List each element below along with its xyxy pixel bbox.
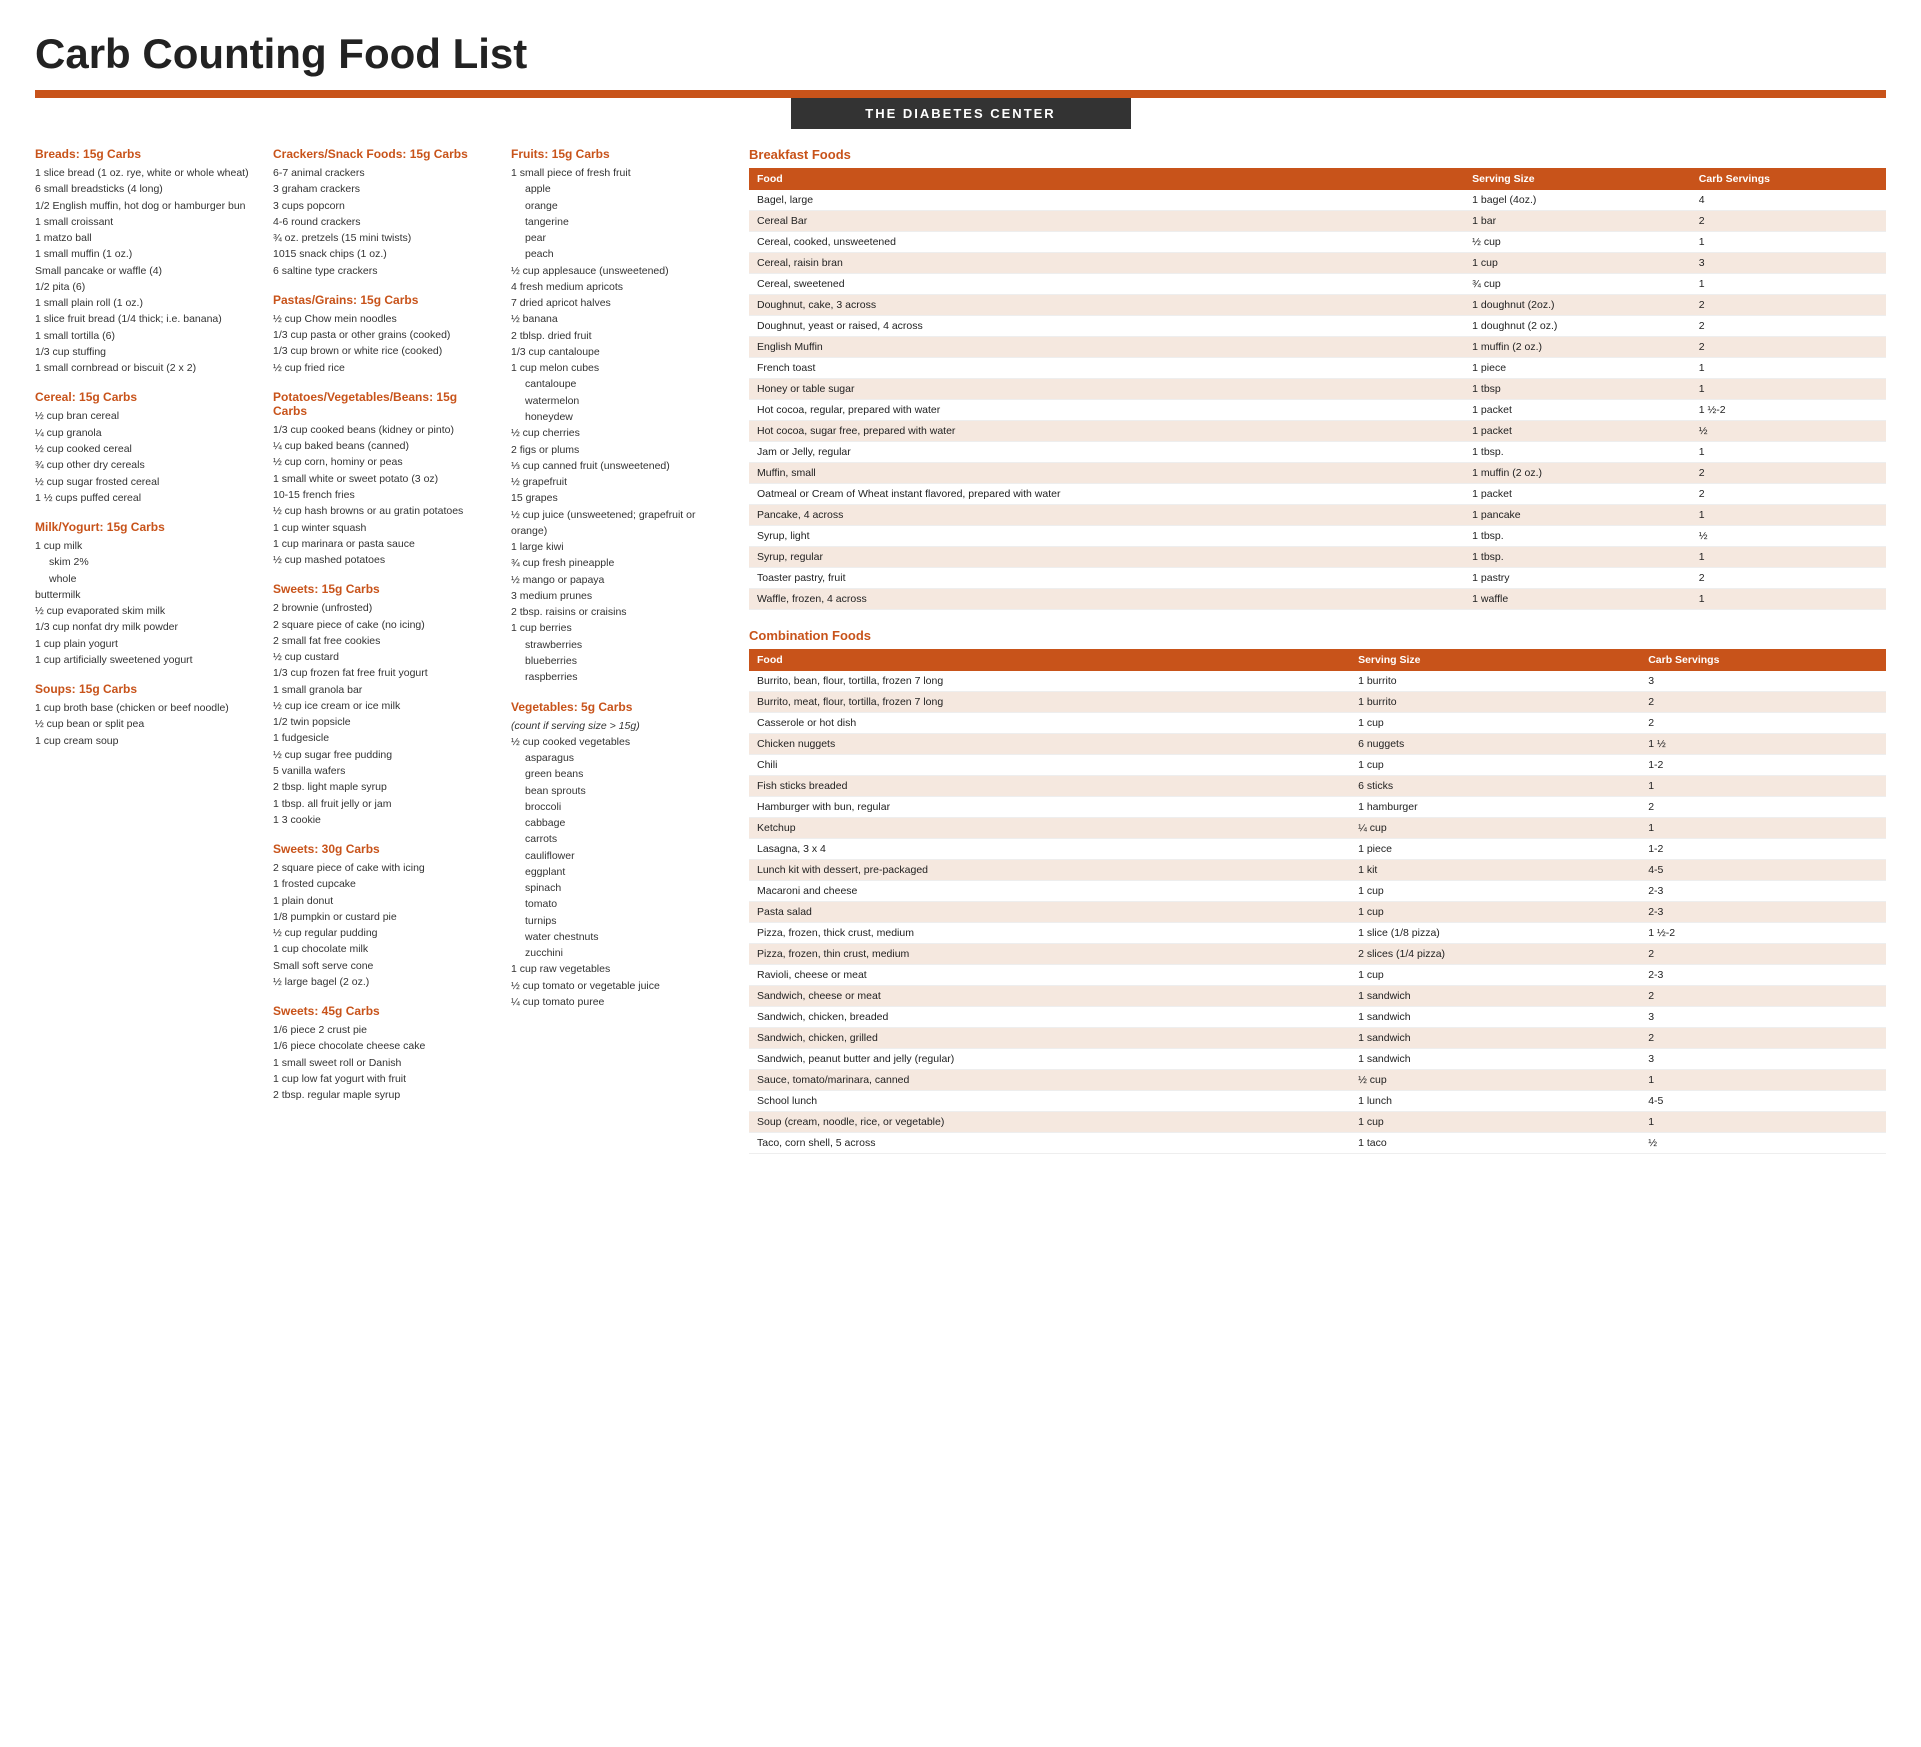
table-row: Pizza, frozen, thin crust, medium2 slice… [749, 944, 1886, 965]
table-row: Sandwich, chicken, grilled1 sandwich2 [749, 1028, 1886, 1049]
cereal-body: ½ cup bran cereal ¼ cup granola ½ cup co… [35, 408, 255, 506]
table-row: School lunch1 lunch4-5 [749, 1091, 1886, 1112]
table-row: Pancake, 4 across1 pancake1 [749, 505, 1886, 526]
sweets30-title: Sweets: 30g Carbs [273, 842, 493, 856]
table-row: Macaroni and cheese1 cup2-3 [749, 881, 1886, 902]
table-row: Soup (cream, noodle, rice, or vegetable)… [749, 1112, 1886, 1133]
table-row: Hot cocoa, sugar free, prepared with wat… [749, 421, 1886, 442]
table-row: Lasagna, 3 x 41 piece1-2 [749, 839, 1886, 860]
table-row: Oatmeal or Cream of Wheat instant flavor… [749, 484, 1886, 505]
table-row: Chicken nuggets6 nuggets1 ½ [749, 734, 1886, 755]
cereal-title: Cereal: 15g Carbs [35, 390, 255, 404]
table-row: Honey or table sugar1 tbsp1 [749, 379, 1886, 400]
table-row: Sauce, tomato/marinara, canned½ cup1 [749, 1070, 1886, 1091]
table-row: Muffin, small1 muffin (2 oz.)2 [749, 463, 1886, 484]
table-row: Cereal, sweetened¾ cup1 [749, 274, 1886, 295]
pastas-body: ½ cup Chow mein noodles 1/3 cup pasta or… [273, 311, 493, 376]
crackers-title: Crackers/Snack Foods: 15g Carbs [273, 147, 493, 161]
vegetables-body: (count if serving size > 15g) ½ cup cook… [511, 718, 731, 1011]
table-row: Syrup, regular1 tbsp.1 [749, 547, 1886, 568]
table-row: French toast1 piece1 [749, 358, 1886, 379]
table-row: English Muffin1 muffin (2 oz.)2 [749, 337, 1886, 358]
table-row: Doughnut, cake, 3 across1 doughnut (2oz.… [749, 295, 1886, 316]
sweets15-body: 2 brownie (unfrosted) 2 square piece of … [273, 600, 493, 828]
combo-col-carbs: Carb Servings [1640, 649, 1886, 671]
combo-section-title: Combination Foods [749, 628, 1886, 643]
table-row: Bagel, large1 bagel (4oz.)4 [749, 190, 1886, 211]
milk-title: Milk/Yogurt: 15g Carbs [35, 520, 255, 534]
table-row: Syrup, light1 tbsp.½ [749, 526, 1886, 547]
table-row: Ketchup¼ cup1 [749, 818, 1886, 839]
table-row: Doughnut, yeast or raised, 4 across1 dou… [749, 316, 1886, 337]
table-row: Pizza, frozen, thick crust, medium1 slic… [749, 923, 1886, 944]
table-row: Hot cocoa, regular, prepared with water1… [749, 400, 1886, 421]
table-row: Waffle, frozen, 4 across1 waffle1 [749, 589, 1886, 610]
table-row: Fish sticks breaded6 sticks1 [749, 776, 1886, 797]
table-row: Cereal, raisin bran1 cup3 [749, 253, 1886, 274]
breads-body: 1 slice bread (1 oz. rye, white or whole… [35, 165, 255, 376]
table-row: Burrito, meat, flour, tortilla, frozen 7… [749, 692, 1886, 713]
pastas-title: Pastas/Grains: 15g Carbs [273, 293, 493, 307]
orange-divider [35, 90, 1886, 98]
potatoes-body: 1/3 cup cooked beans (kidney or pinto) ¼… [273, 422, 493, 568]
soups-title: Soups: 15g Carbs [35, 682, 255, 696]
fruits-body: 1 small piece of fresh fruit apple orang… [511, 165, 731, 686]
potatoes-title: Potatoes/Vegetables/Beans: 15g Carbs [273, 390, 493, 418]
table-row: Sandwich, chicken, breaded1 sandwich3 [749, 1007, 1886, 1028]
crackers-body: 6-7 animal crackers 3 graham crackers 3 … [273, 165, 493, 279]
table-row: Burrito, bean, flour, tortilla, frozen 7… [749, 671, 1886, 692]
table-row: Hamburger with bun, regular1 hamburger2 [749, 797, 1886, 818]
table-row: Taco, corn shell, 5 across1 taco½ [749, 1133, 1886, 1154]
sweets15-title: Sweets: 15g Carbs [273, 582, 493, 596]
breakfast-col-food: Food [749, 168, 1464, 190]
table-row: Cereal, cooked, unsweetened½ cup1 [749, 232, 1886, 253]
breads-title: Breads: 15g Carbs [35, 147, 255, 161]
breakfast-col-carbs: Carb Servings [1691, 168, 1886, 190]
table-row: Ravioli, cheese or meat1 cup2-3 [749, 965, 1886, 986]
right-column: Fruits: 15g Carbs 1 small piece of fresh… [511, 147, 731, 1154]
banner: THE DIABETES CENTER [791, 98, 1131, 129]
table-row: Sandwich, peanut butter and jelly (regul… [749, 1049, 1886, 1070]
soups-body: 1 cup broth base (chicken or beef noodle… [35, 700, 255, 749]
vegetables-title: Vegetables: 5g Carbs [511, 700, 731, 714]
table-row: Pasta salad1 cup2-3 [749, 902, 1886, 923]
table-row: Lunch kit with dessert, pre-packaged1 ki… [749, 860, 1886, 881]
combo-col-serving: Serving Size [1350, 649, 1640, 671]
combo-col-food: Food [749, 649, 1350, 671]
breakfast-section-title: Breakfast Foods [749, 147, 1886, 162]
breakfast-col-serving: Serving Size [1464, 168, 1691, 190]
table-row: Jam or Jelly, regular1 tbsp.1 [749, 442, 1886, 463]
sweets45-body: 1/6 piece 2 crust pie 1/6 piece chocolat… [273, 1022, 493, 1103]
tables-column: Breakfast Foods Food Serving Size Carb S… [749, 147, 1886, 1154]
sweets30-body: 2 square piece of cake with icing 1 fros… [273, 860, 493, 990]
table-row: Chili1 cup1-2 [749, 755, 1886, 776]
table-row: Cereal Bar1 bar2 [749, 211, 1886, 232]
page-title: Carb Counting Food List [35, 30, 1886, 78]
combo-table: Food Serving Size Carb Servings Burrito,… [749, 649, 1886, 1154]
breakfast-table: Food Serving Size Carb Servings Bagel, l… [749, 168, 1886, 610]
table-row: Sandwich, cheese or meat1 sandwich2 [749, 986, 1886, 1007]
sweets45-title: Sweets: 45g Carbs [273, 1004, 493, 1018]
milk-body: 1 cup milk skim 2% whole buttermilk ½ cu… [35, 538, 255, 668]
table-row: Toaster pastry, fruit1 pastry2 [749, 568, 1886, 589]
fruits-title: Fruits: 15g Carbs [511, 147, 731, 161]
mid-column: Crackers/Snack Foods: 15g Carbs 6-7 anim… [273, 147, 493, 1154]
table-row: Casserole or hot dish1 cup2 [749, 713, 1886, 734]
left-column: Breads: 15g Carbs 1 slice bread (1 oz. r… [35, 147, 255, 1154]
